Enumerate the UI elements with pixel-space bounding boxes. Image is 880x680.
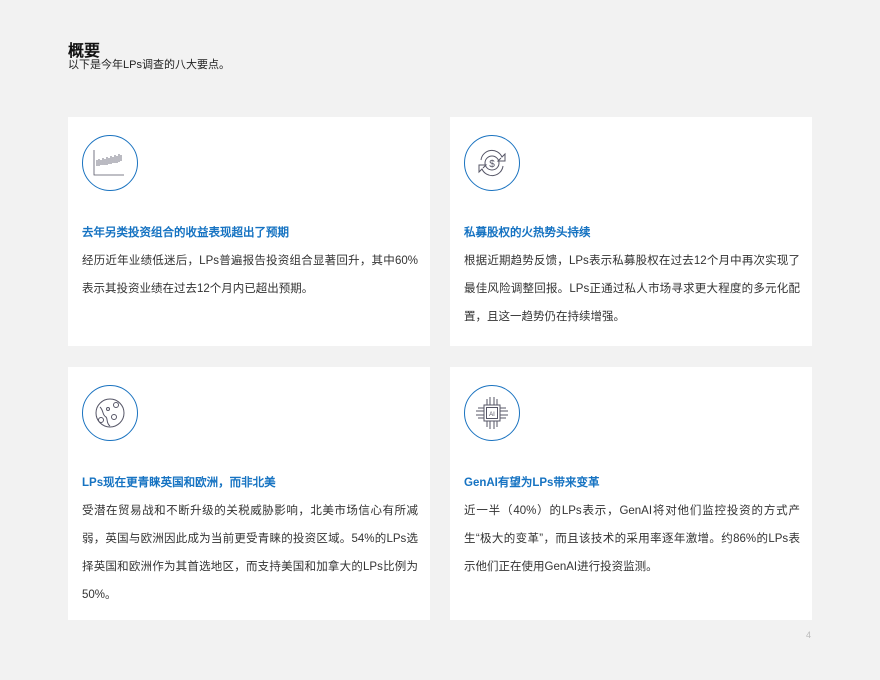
card-title: 去年另类投资组合的收益表现超出了预期 [82,227,289,239]
card-body: 根据近期趋势反馈，LPs表示私募股权在过去12个月中再次实现了最佳风险调整回报。… [464,255,800,323]
card-private-equity: $ 私募股权的火热势头持续 根据近期趋势反馈，LPs表示私募股权在过去12个月中… [450,117,812,346]
card-genai: AI GenAI有望为LPs带来变革 近一半（40%）的LPs表示，GenAI将… [450,367,812,620]
card-uk-europe: LPs现在更青睐英国和欧洲，而非北美 受潜在贸易战和不断升级的关税威胁影响，北美… [68,367,430,620]
card-title: 私募股权的火热势头持续 [464,227,591,239]
card-title: LPs现在更青睐英国和欧洲，而非北美 [82,477,276,489]
card-portfolio-returns: 去年另类投资组合的收益表现超出了预期 经历近年业绩低迷后，LPs普遍报告投资组合… [68,117,430,346]
svg-text:$: $ [489,159,495,170]
bar-chart-icon [82,135,138,191]
card-body: 经历近年业绩低迷后，LPs普遍报告投资组合显著回升，其中60%表示其投资业绩在过… [82,255,418,295]
page-subtitle: 以下是今年LPs调查的八大要点。 [68,59,230,71]
card-title: GenAI有望为LPs带来变革 [464,477,600,489]
page-number: 4 [806,630,812,640]
card-body: 受潜在贸易战和不断升级的关税威胁影响，北美市场信心有所减弱，英国与欧洲因此成为当… [82,505,418,601]
card-body: 近一半（40%）的LPs表示，GenAI将对他们监控投资的方式产生“极大的变革”… [464,505,800,573]
ai-chip-icon: AI [464,385,520,441]
dollar-exchange-icon: $ [464,135,520,191]
chip-label: AI [489,412,495,418]
globe-icon [82,385,138,441]
